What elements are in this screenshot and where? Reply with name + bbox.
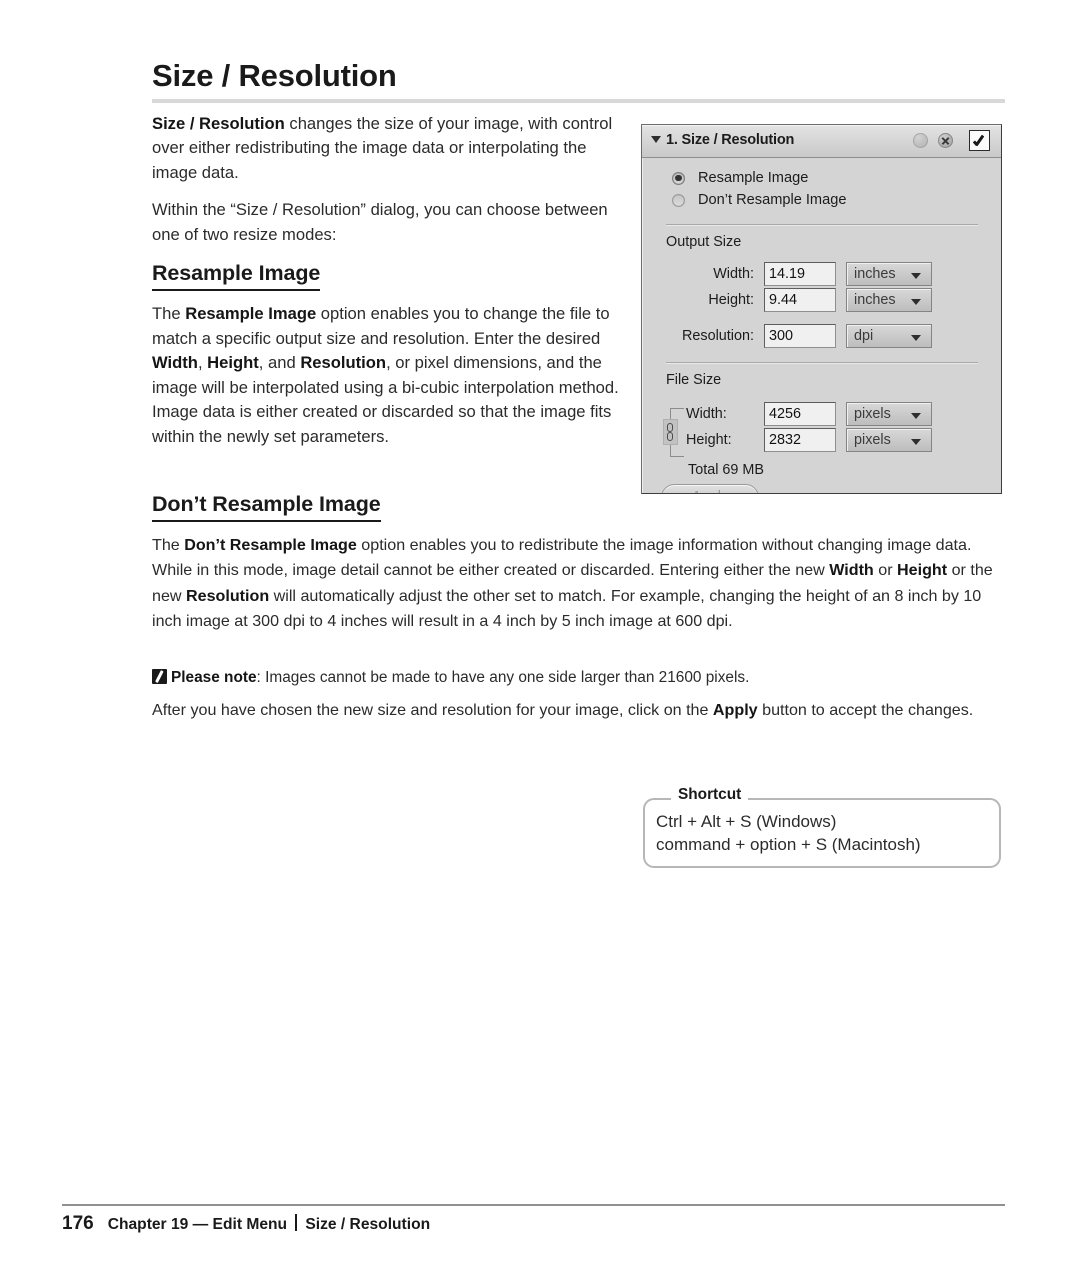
output-height-label: Height: [708,292,754,308]
output-width-input[interactable]: 14.19 [764,262,836,286]
output-height-row[interactable]: Height: 9.44 inches [676,288,932,312]
pencil-icon [152,669,167,684]
chain-bracket-bottom [670,445,684,457]
output-size-divider [666,224,978,225]
footer-section: Size / Resolution [305,1216,431,1233]
radio-button-off-icon[interactable] [672,193,685,207]
dont-resample-term-1: Don’t Resample Image [184,536,357,554]
dont-resample-seg-2: or [873,561,898,580]
page-title: Size / Resolution [152,58,397,93]
resample-seg-2: , [197,353,208,373]
resample-heading-wrap: Resample Image [152,261,624,292]
shortcut-windows: Ctrl + Alt + S (Windows) [656,812,837,831]
file-width-unit-value: pixels [854,406,891,422]
chevron-down-icon [911,299,921,305]
apply-tail: button to accept the changes. [757,701,974,719]
dont-resample-paragraph: The Don’t Resample Image option enables … [152,533,1005,635]
output-resolution-unit-select[interactable]: dpi [846,324,932,348]
chevron-down-icon [911,273,921,279]
resample-term-3: Height [207,353,259,373]
size-resolution-dialog[interactable]: 1. Size / Resolution Resample Image Don’… [641,124,1002,494]
shortcut-legend: Shortcut [671,786,749,804]
triangle-down-icon[interactable] [651,136,661,143]
close-circle-icon[interactable] [938,133,953,148]
output-height-unit-select[interactable]: inches [846,288,932,312]
apply-instructions: After you have chosen the new size and r… [152,698,1005,736]
chevron-down-icon [911,413,921,419]
resample-paragraph: The Resample Image option enables you to… [152,302,624,449]
file-size-divider [666,362,978,363]
radio-dont-resample-image[interactable]: Don’t Resample Image [672,192,846,208]
file-width-row[interactable]: Width: 4256 pixels [686,402,932,426]
output-width-label: Width: [713,266,754,282]
link-chain-icon[interactable] [659,406,685,458]
file-size-group-label: File Size [666,372,722,388]
file-width-unit-select[interactable]: pixels [846,402,932,426]
footer-separator [295,1214,298,1231]
chain-link-box [663,419,678,445]
dont-resample-lead: The [152,536,185,554]
apply-button[interactable]: Apply [661,484,759,493]
output-width-row[interactable]: Width: 14.19 inches [676,262,932,286]
total-size-label: Total 69 MB [688,462,764,478]
dont-resample-heading-wrap: Don’t Resample Image [152,492,1005,522]
footer-page-number: 176 [62,1213,94,1234]
please-note: Please note: Images cannot be made to ha… [152,666,1005,689]
file-width-label: Width: [686,406,727,422]
file-height-unit-value: pixels [854,432,891,448]
radio-resample-image[interactable]: Resample Image [672,170,808,186]
radio-dont-resample-image-label: Don’t Resample Image [698,192,847,208]
file-height-label: Height: [686,432,732,448]
dont-resample-term-3: Height [897,561,948,580]
chevron-down-icon [911,439,921,445]
output-resolution-input[interactable]: 300 [764,324,836,348]
resample-lead: The [152,304,186,324]
checkbox-checked-icon[interactable] [969,130,990,151]
output-resolution-row[interactable]: Resolution: 300 dpi [664,324,932,348]
resample-term-2: Width [152,353,198,373]
resample-heading: Resample Image [152,261,320,292]
output-resolution-label: Resolution: [682,328,754,344]
dialog-title: 1. Size / Resolution [666,132,795,148]
dont-resample-seg-4: will automatically adjust the other set … [152,586,982,631]
shortcut-macintosh: command + option + S (Macintosh) [656,835,921,855]
file-height-input[interactable]: 2832 [764,428,836,452]
radio-resample-image-label: Resample Image [698,170,809,186]
footer-divider [62,1204,1005,1207]
apply-lead: After you have chosen the new size and r… [152,701,713,719]
output-size-group-label: Output Size [666,234,742,250]
file-height-unit-select[interactable]: pixels [846,428,932,452]
dont-resample-heading: Don’t Resample Image [152,492,381,522]
output-width-unit-value: inches [854,266,896,282]
dialog-titlebar[interactable]: 1. Size / Resolution [642,125,1001,158]
document-page: Size / Resolution Size / Resolution chan… [0,0,1080,1270]
chevron-down-icon [911,335,921,341]
resample-term-1: Resample Image [185,304,317,324]
dont-resample-term-4: Resolution [186,586,270,605]
file-width-input[interactable]: 4256 [764,402,836,426]
shortcut-lines: Ctrl + Alt + S (Windows) command + optio… [656,810,921,857]
footer: 176 Chapter 19 — Edit Menu Size / Resolu… [62,1212,430,1235]
footer-chapter: Chapter 19 — Edit Menu [107,1216,288,1233]
output-height-unit-value: inches [854,292,896,308]
dont-resample-term-2: Width [829,561,874,580]
dont-resample-section: Don’t Resample Image The Don’t Resample … [152,492,1005,648]
file-height-row[interactable]: Height: 2832 pixels [686,428,932,452]
apply-instructions-paragraph: After you have chosen the new size and r… [152,698,1005,723]
output-height-input[interactable]: 9.44 [764,288,836,312]
apply-term: Apply [712,701,758,719]
title-divider [152,99,1005,103]
please-note-label: Please note [171,669,257,686]
intro-paragraph-2: Within the “Size / Resolution” dialog, y… [152,200,608,244]
output-width-unit-select[interactable]: inches [846,262,932,286]
resample-seg-3: , and [258,353,301,373]
resample-term-4: Resolution [300,353,387,373]
please-note-text: : Images cannot be made to have any one … [256,669,750,686]
intro-term: Size / Resolution [152,114,285,133]
help-circle-icon[interactable] [913,133,928,148]
output-resolution-unit-value: dpi [854,328,874,344]
radio-button-on-icon[interactable] [672,171,685,185]
left-text-column: Size / Resolution changes the size of yo… [152,112,624,462]
intro-paragraph-1: Size / Resolution changes the size of yo… [152,112,624,185]
